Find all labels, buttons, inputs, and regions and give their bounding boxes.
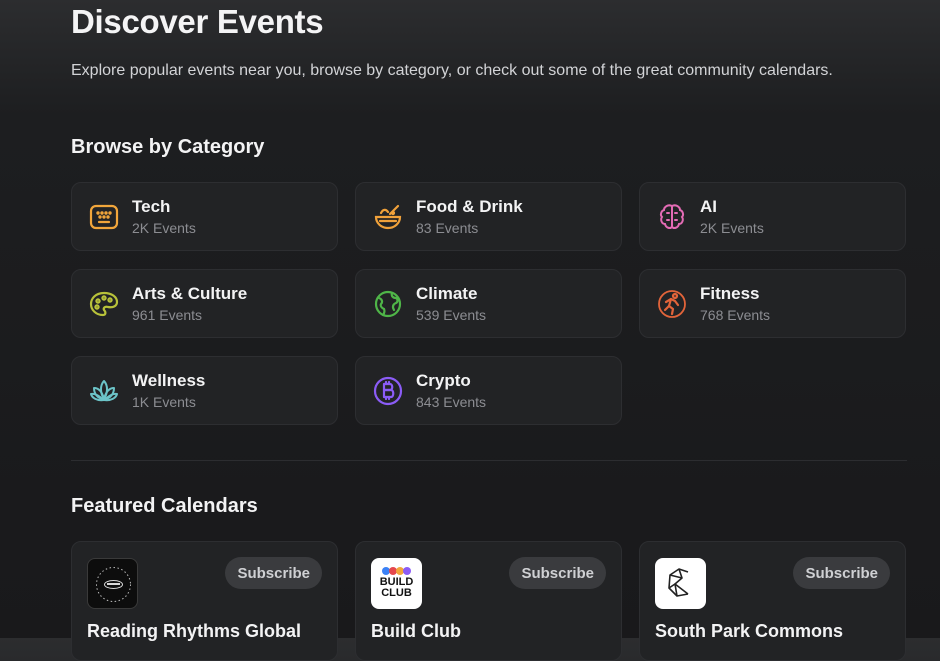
calendar-card-reading-rhythms[interactable]: Subscribe Reading Rhythms Global: [71, 541, 338, 661]
category-name: Crypto: [416, 370, 471, 390]
category-count: 2K Events: [132, 219, 196, 236]
category-name: Wellness: [132, 370, 206, 390]
calendar-grid: Subscribe Reading Rhythms Global BUILD C…: [71, 541, 906, 661]
palette-icon: [87, 287, 121, 321]
category-card-crypto[interactable]: Crypto 843 Events: [355, 356, 622, 425]
category-count: 2K Events: [700, 219, 764, 236]
category-card-wellness[interactable]: Wellness 1K Events: [71, 356, 338, 425]
category-count: 768 Events: [700, 306, 771, 323]
category-card-tech[interactable]: Tech 2K Events: [71, 182, 338, 251]
subscribe-button[interactable]: Subscribe: [225, 557, 322, 589]
category-card-climate[interactable]: Climate 539 Events: [355, 269, 622, 338]
category-count: 961 Events: [132, 306, 203, 323]
lotus-icon: [87, 374, 121, 408]
category-name: Climate: [416, 283, 478, 303]
south-park-commons-logo: [655, 558, 706, 609]
reading-rhythms-logo: [87, 558, 138, 609]
featured-calendars-heading: Featured Calendars: [71, 495, 258, 517]
category-grid: Tech 2K Events Food & Drink 83 Events AI…: [71, 182, 906, 425]
category-card-fitness[interactable]: Fitness 768 Events: [639, 269, 906, 338]
category-count: 1K Events: [132, 393, 196, 410]
calendar-card-build-club[interactable]: BUILD CLUB Subscribe Build Club: [355, 541, 622, 661]
category-name: Tech: [132, 196, 171, 216]
category-card-ai[interactable]: AI 2K Events: [639, 182, 906, 251]
page-subtitle: Explore popular events near you, browse …: [71, 62, 833, 79]
category-name: Fitness: [700, 283, 760, 303]
page-title: Discover Events: [71, 3, 324, 40]
category-name: AI: [700, 196, 717, 216]
build-club-logo: BUILD CLUB: [371, 558, 422, 609]
calendar-name: South Park Commons: [655, 621, 844, 641]
browse-category-heading: Browse by Category: [71, 136, 265, 158]
category-count: 83 Events: [416, 219, 479, 236]
build-club-logo-text: BUILD CLUB: [379, 576, 414, 599]
running-person-icon: [655, 287, 689, 321]
calendar-name: Reading Rhythms Global: [87, 621, 302, 641]
category-count: 539 Events: [416, 306, 487, 323]
category-card-food-drink[interactable]: Food & Drink 83 Events: [355, 182, 622, 251]
bitcoin-icon: [371, 374, 405, 408]
brain-icon: [655, 200, 689, 234]
category-count: 843 Events: [416, 393, 487, 410]
food-bowl-icon: [371, 200, 405, 234]
section-divider: [71, 460, 907, 461]
subscribe-button[interactable]: Subscribe: [793, 557, 890, 589]
calendar-card-south-park-commons[interactable]: Subscribe South Park Commons: [639, 541, 906, 661]
subscribe-button[interactable]: Subscribe: [509, 557, 606, 589]
calendar-name: Build Club: [371, 621, 461, 641]
globe-icon: [371, 287, 405, 321]
category-name: Arts & Culture: [132, 283, 248, 303]
category-name: Food & Drink: [416, 196, 523, 216]
keyboard-icon: [87, 200, 121, 234]
category-card-arts-culture[interactable]: Arts & Culture 961 Events: [71, 269, 338, 338]
